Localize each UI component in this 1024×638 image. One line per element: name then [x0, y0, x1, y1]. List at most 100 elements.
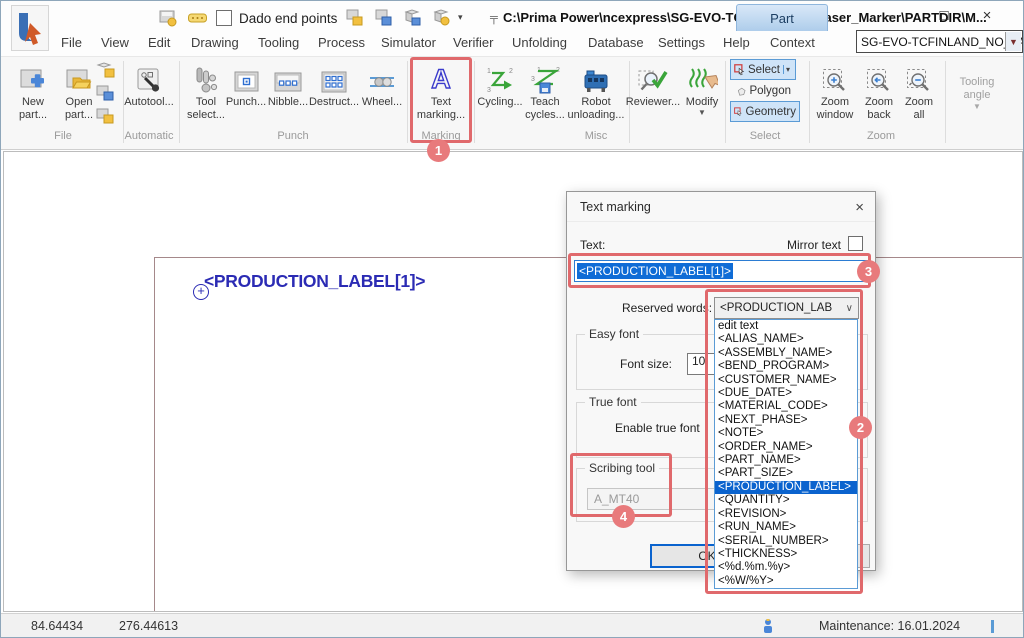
close-button[interactable]: × — [974, 7, 1000, 24]
menu-tooling[interactable]: Tooling — [258, 35, 299, 50]
dialog-title: Text marking — [580, 200, 651, 214]
open-part-icon — [64, 59, 94, 95]
ribbon-teach-cycles-button[interactable]: 123 Teach cycles... — [523, 59, 567, 129]
zoom-back-icon — [865, 59, 893, 95]
nibble-icon — [273, 59, 303, 95]
ribbon-modify-button[interactable]: Modify ▼ — [683, 59, 721, 129]
menu-view[interactable]: View — [101, 35, 129, 50]
ribbon-tooling-angle-button[interactable]: Tooling angle ▼ — [949, 75, 1005, 145]
ribbon-group-automatic: Automatic — [121, 130, 177, 142]
enable-true-font-label: Enable true font — [615, 421, 700, 435]
project-combo[interactable]: SG-EVO-TCFINLAND_NO_LAS ▼ — [856, 30, 1023, 53]
annotation-box-step3 — [568, 253, 871, 288]
menu-verifier[interactable]: Verifier — [453, 35, 493, 50]
annotation-box-step2 — [705, 289, 863, 594]
ribbon-zoom-window-button[interactable]: Zoom window — [813, 59, 857, 129]
ribbon-nibble-button[interactable]: Nibble... — [267, 59, 309, 129]
part-boundary-left — [154, 257, 155, 611]
menu-database[interactable]: Database — [588, 35, 644, 50]
project-combo-value: SG-EVO-TCFINLAND_NO_LAS — [861, 35, 1023, 49]
export-part-icon[interactable] — [403, 9, 422, 27]
menu-context[interactable]: Context — [770, 35, 815, 50]
maintenance-status-icon — [761, 618, 775, 635]
maintenance-date: Maintenance: 16.01.2024 — [819, 619, 960, 633]
modify-dropdown-icon[interactable]: ▼ — [698, 108, 706, 117]
block-tools-icon[interactable] — [345, 9, 364, 27]
annotation-badge-4: 4 — [612, 505, 635, 528]
cursor-x-coordinate: 84.64434 — [31, 619, 83, 633]
mirror-text-checkbox[interactable] — [848, 236, 863, 251]
ribbon-select-button[interactable]: Select ▾ — [730, 59, 796, 80]
copy-small-icon[interactable] — [95, 84, 115, 101]
dado-end-points-label: Dado end points — [239, 11, 337, 26]
save-part-small-icon[interactable] — [95, 61, 115, 78]
menu-help[interactable]: Help — [723, 35, 750, 50]
ribbon-autotool-button[interactable]: Autotool... — [121, 59, 177, 129]
production-label-marking[interactable]: <PRODUCTION_LABEL[1]> — [204, 271, 425, 292]
import-part-icon[interactable] — [432, 9, 451, 27]
save-icon[interactable] — [159, 9, 178, 27]
project-combo-arrow-icon[interactable]: ▼ — [1005, 32, 1021, 51]
status-bar: 84.64434 276.44613 Maintenance: 16.01.20… — [1, 613, 1024, 638]
prima-power-logo-icon — [15, 11, 45, 45]
menu-process[interactable]: Process — [318, 35, 365, 50]
true-font-group-title: True font — [585, 395, 641, 409]
menu-settings[interactable]: Settings — [658, 35, 705, 50]
ribbon-geometry-button[interactable]: Geometry — [730, 101, 800, 122]
minimize-button[interactable]: – — [878, 7, 904, 24]
punch-icon — [233, 59, 260, 95]
ribbon-zoom-back-button[interactable]: Zoom back — [861, 59, 897, 129]
dado-end-points-checkbox[interactable] — [216, 10, 232, 26]
select-icon — [734, 63, 745, 76]
ribbon-group-file: File — [35, 130, 91, 142]
menu-file[interactable]: File — [61, 35, 82, 50]
application-window: Dado end points ▾ ╤ C:\Prima Power\ncexp… — [0, 0, 1024, 638]
dialog-title-bar[interactable]: Text marking — [567, 192, 875, 222]
ribbon-zoom-all-button[interactable]: Zoom all — [901, 59, 937, 129]
menu-unfolding[interactable]: Unfolding — [512, 35, 567, 50]
ribbon-toolbar: New part... Open part... File Autotool..… — [1, 56, 1024, 150]
maximize-button[interactable]: □ — [931, 7, 957, 24]
copy-part-icon[interactable] — [374, 9, 393, 27]
quick-access-dropdown-icon[interactable]: ▾ — [458, 12, 463, 23]
ruler-icon[interactable] — [188, 9, 207, 27]
svg-text:3: 3 — [487, 87, 491, 94]
svg-text:3: 3 — [531, 76, 535, 83]
ribbon-reviewer-button[interactable]: Reviewer... — [627, 59, 679, 129]
part-context-tab[interactable]: Part — [736, 4, 828, 31]
autotool-icon — [134, 59, 164, 95]
easy-font-group-title: Easy font — [585, 327, 643, 341]
svg-text:1: 1 — [487, 68, 491, 75]
ribbon-wheel-button[interactable]: Wheel... — [359, 59, 405, 129]
svg-text:2: 2 — [509, 68, 513, 75]
app-logo[interactable] — [11, 5, 49, 51]
ribbon-group-punch: Punch — [263, 130, 323, 142]
reserved-words-label: Reserved words: — [622, 301, 712, 315]
ribbon-tool-select-button[interactable]: Tool select... — [183, 59, 229, 129]
path-prefix-icon: ╤ — [490, 12, 498, 24]
ribbon-group-misc: Misc — [567, 130, 625, 142]
tool-select-icon — [191, 59, 221, 95]
title-bar: Dado end points ▾ ╤ C:\Prima Power\ncexp… — [1, 1, 1024, 56]
menu-edit[interactable]: Edit — [148, 35, 170, 50]
paste-small-icon[interactable] — [95, 107, 115, 124]
ribbon-polygon-button[interactable]: Polygon — [734, 82, 794, 100]
modify-icon — [686, 59, 718, 95]
ribbon-robot-unloading-button[interactable]: Robot unloading... — [567, 59, 625, 129]
annotation-badge-2: 2 — [849, 416, 872, 439]
tooling-angle-dropdown-icon: ▼ — [973, 102, 981, 111]
ribbon-new-part-button[interactable]: New part... — [11, 59, 55, 129]
polygon-icon — [737, 85, 746, 98]
dialog-close-icon[interactable]: × — [855, 199, 864, 216]
ribbon-cycling-button[interactable]: 123 Cycling... — [477, 59, 523, 129]
zoom-all-icon — [905, 59, 933, 95]
menu-drawing[interactable]: Drawing — [191, 35, 239, 50]
ribbon-group-zoom: Zoom — [849, 130, 913, 142]
annotation-badge-3: 3 — [857, 260, 880, 283]
geometry-icon — [734, 105, 743, 118]
ribbon-punch-button[interactable]: Punch... — [227, 59, 265, 129]
select-dropdown-icon[interactable]: ▾ — [783, 65, 792, 74]
menu-simulator[interactable]: Simulator — [381, 35, 436, 50]
ribbon-destruct-button[interactable]: Destruct... — [311, 59, 357, 129]
reviewer-icon — [636, 59, 670, 95]
